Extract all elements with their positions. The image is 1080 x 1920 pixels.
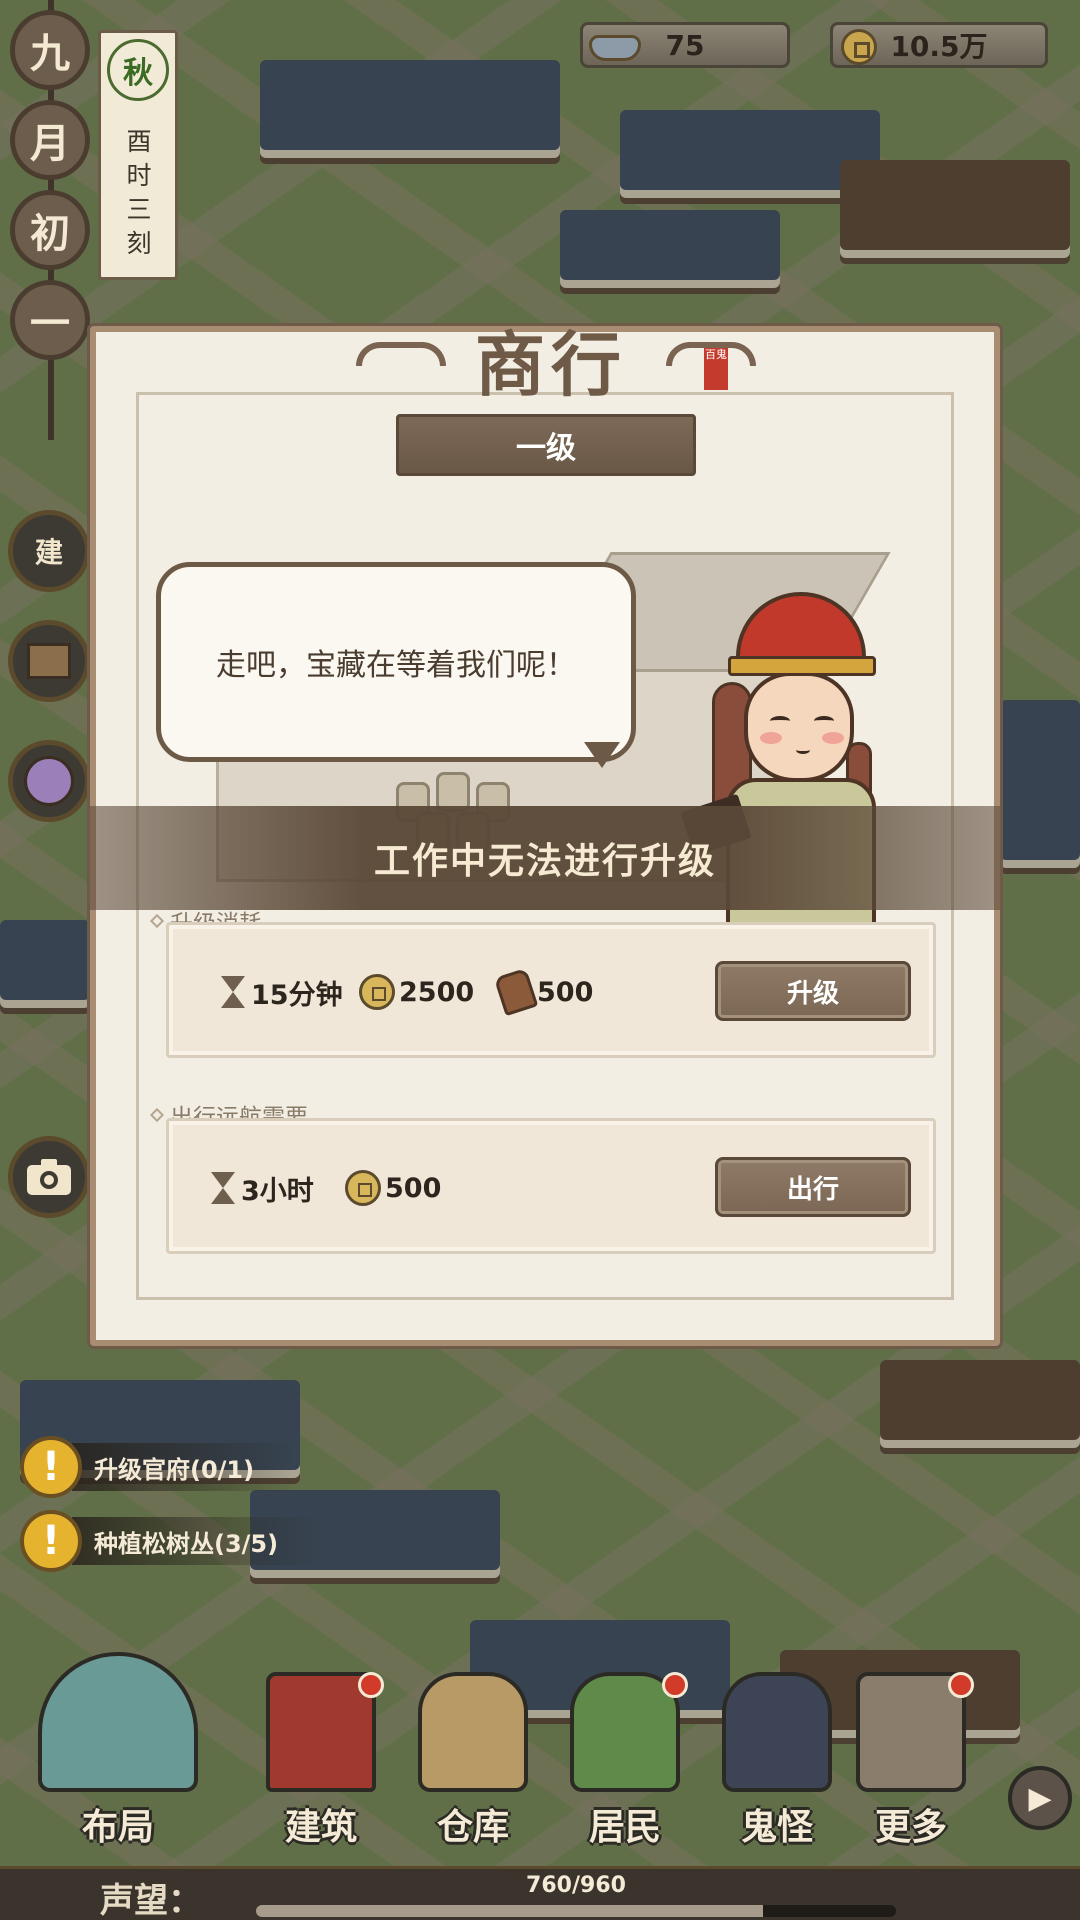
- eye-art: [770, 716, 790, 726]
- expand-arrow-button[interactable]: ▶: [1008, 1766, 1072, 1830]
- layout-scenery-icon: [38, 1652, 198, 1792]
- coin-icon: [345, 1170, 381, 1206]
- building-level: 一级: [396, 414, 696, 476]
- pavilion-icon: [266, 1672, 384, 1792]
- status-banner: 工作中无法进行升级: [90, 806, 1000, 910]
- coin-value: 10.5万: [890, 30, 988, 63]
- quest-text: 升级官府(0/1): [72, 1443, 295, 1491]
- build-button[interactable]: 建: [8, 510, 90, 592]
- nav-label: 仓库: [436, 1806, 509, 1848]
- exclamation-icon: !: [20, 1510, 82, 1572]
- blush-art: [760, 732, 782, 744]
- nav-ghosts[interactable]: 鬼怪: [702, 1630, 852, 1850]
- upgrade-coin-value: 2500: [399, 976, 475, 1008]
- reputation-progress-fill: [256, 1905, 763, 1917]
- coin-counter[interactable]: 10.5万: [830, 22, 1048, 68]
- more-robot-icon: [856, 1672, 974, 1792]
- reputation-label: 声望：: [100, 1881, 202, 1920]
- nav-layout[interactable]: 布局: [28, 1630, 208, 1850]
- blush-art: [822, 732, 844, 744]
- voyage-time-value: 3小时: [241, 1175, 314, 1207]
- reputation-value: 760/960: [526, 1873, 626, 1898]
- seal-stamp: 百鬼: [704, 348, 728, 390]
- nav-more[interactable]: 更多: [836, 1630, 986, 1850]
- calendar-char: 初: [10, 190, 90, 270]
- exclamation-icon: !: [20, 1436, 82, 1498]
- nav-label: 鬼怪: [740, 1806, 813, 1848]
- calendar-char: 月: [10, 100, 90, 180]
- upgrade-button[interactable]: 升级: [715, 961, 911, 1021]
- quest-text: 种植松树丛(3/5): [72, 1517, 319, 1565]
- time-of-day: 酉 时 三 刻: [121, 125, 157, 261]
- speech-bubble: 走吧，宝藏在等着我们呢！: [156, 562, 636, 762]
- wood-log-icon: [493, 967, 539, 1017]
- time-scroll[interactable]: 秋 酉 时 三 刻: [98, 30, 178, 280]
- quest-item[interactable]: ! 升级官府(0/1): [20, 1434, 295, 1500]
- status-text: 工作中无法进行升级: [373, 841, 716, 882]
- panel-title: 商行: [475, 322, 627, 406]
- nav-label: 布局: [81, 1806, 154, 1848]
- voyage-requirement-card: 3小时 500 出行: [166, 1118, 936, 1254]
- cloud-ornament-left: [356, 342, 446, 366]
- calendar-char: 九: [10, 10, 90, 90]
- camera-icon: [27, 1159, 71, 1195]
- diamond-icon: [149, 913, 165, 929]
- notification-dot: [948, 1672, 974, 1698]
- face-art: [744, 672, 854, 782]
- hourglass-icon: [209, 1170, 237, 1206]
- reputation-bar: 声望： 760/960: [0, 1866, 1080, 1920]
- build-button-label: 建: [34, 536, 63, 569]
- nav-residents[interactable]: 居民: [550, 1630, 700, 1850]
- season-badge: 秋: [107, 39, 169, 101]
- hourglass-icon: [219, 974, 247, 1010]
- storehouse-icon: [418, 1672, 528, 1792]
- voyage-coin-value: 500: [385, 1172, 442, 1204]
- nav-label: 居民: [588, 1806, 661, 1848]
- ghost-icon: [722, 1672, 832, 1792]
- voyage-time: 3小时: [209, 1163, 314, 1213]
- speech-bubble-tail: [584, 742, 620, 768]
- panel-title-wrap: 商行 百鬼: [336, 314, 766, 406]
- calendar-char: 一: [10, 280, 90, 360]
- speech-text: 走吧，宝藏在等着我们呢！: [216, 648, 576, 683]
- depart-button[interactable]: 出行: [715, 1157, 911, 1217]
- time-char: 刻: [126, 229, 152, 258]
- time-char: 酉: [126, 127, 152, 156]
- notification-dot: [662, 1672, 688, 1698]
- camera-button[interactable]: [8, 1136, 90, 1218]
- book-icon: [27, 643, 71, 679]
- nav-label: 更多: [874, 1806, 947, 1848]
- upgrade-time: 15分钟: [219, 967, 343, 1017]
- upgrade-wood-value: 500: [537, 976, 594, 1008]
- coin-icon: [359, 974, 395, 1010]
- upgrade-wood-cost: 500: [493, 967, 594, 1017]
- silver-ingot-icon: [589, 35, 641, 61]
- book-button[interactable]: [8, 620, 90, 702]
- time-char: 三: [126, 195, 152, 224]
- character-button[interactable]: [8, 740, 90, 822]
- nav-buildings[interactable]: 建筑: [246, 1630, 396, 1850]
- upgrade-time-value: 15分钟: [251, 979, 343, 1011]
- diamond-icon: [149, 1107, 165, 1123]
- silver-counter[interactable]: 75: [580, 22, 790, 68]
- resident-icon: [570, 1672, 688, 1792]
- nav-warehouse[interactable]: 仓库: [398, 1630, 548, 1850]
- notification-dot: [358, 1672, 384, 1698]
- silver-value: 75: [665, 28, 705, 62]
- voyage-coin-cost: 500: [345, 1163, 441, 1213]
- reputation-progress-track: [256, 1905, 896, 1917]
- trading-house-panel: 商行 百鬼 一级 走吧，宝藏在等着我们呢！ 工作中无法进行升级 15分钟 250…: [90, 323, 1000, 1346]
- nav-label: 建筑: [284, 1806, 357, 1848]
- play-arrow-icon: ▶: [1028, 1780, 1052, 1816]
- time-char: 时: [126, 161, 152, 190]
- upgrade-coin-cost: 2500: [359, 967, 474, 1017]
- hat-band-art: [728, 656, 876, 676]
- eye-art: [814, 716, 834, 726]
- mouth-art: [796, 746, 810, 754]
- upgrade-cost-card: 15分钟 2500 500 升级: [166, 922, 936, 1058]
- quest-item[interactable]: ! 种植松树丛(3/5): [20, 1508, 319, 1574]
- coin-icon: [841, 29, 877, 65]
- straw-hat-ghost-icon: [24, 756, 74, 806]
